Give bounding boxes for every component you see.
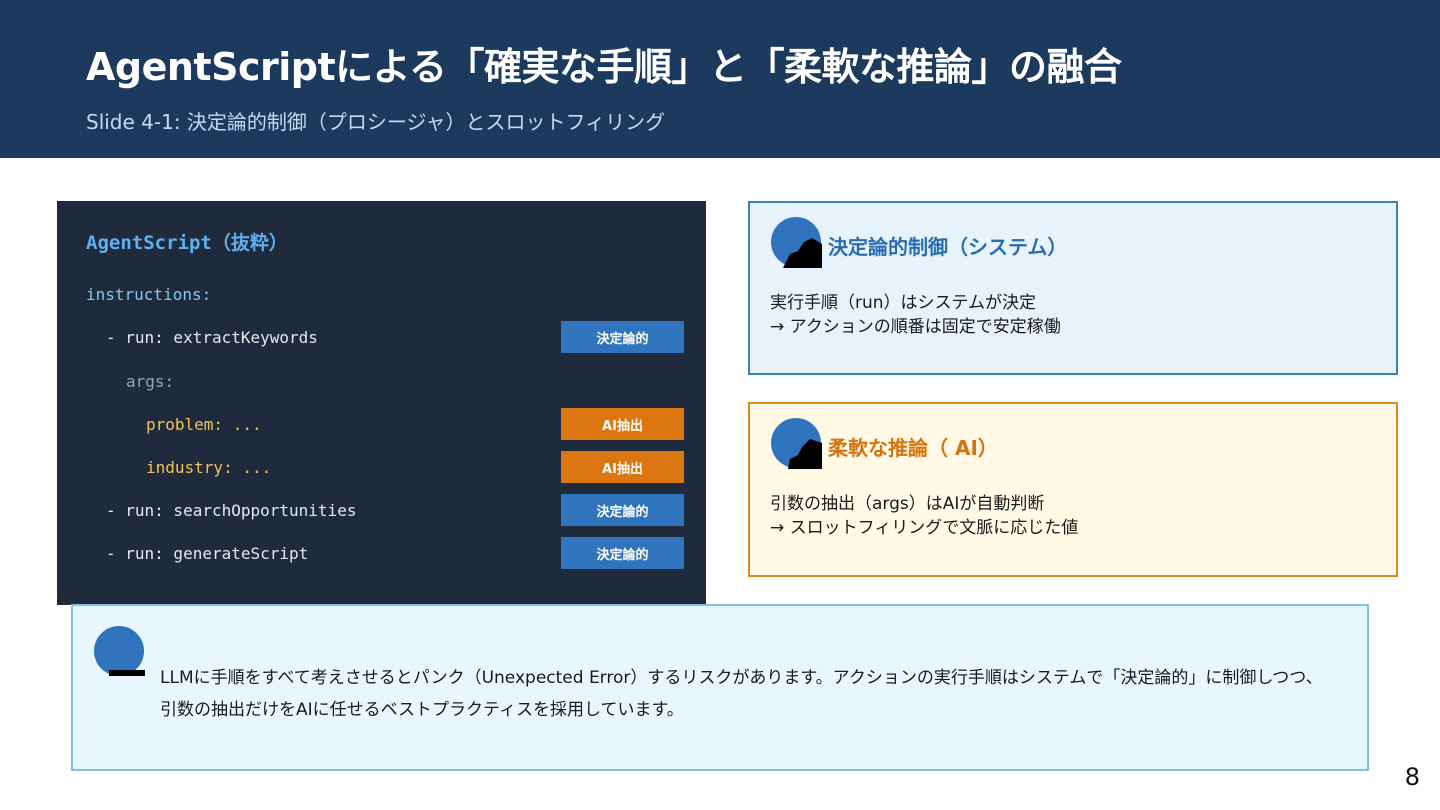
flexible-card-line: → スロットフィリングで文脈に応じた値 <box>770 518 1079 538</box>
slide-header: AgentScriptによる「確実な手順」と「柔軟な推論」の融合 Slide 4… <box>0 0 1440 158</box>
note-line: LLMに手順をすべて考えさせるとパンク（Unexpected Error）するリ… <box>160 668 1323 688</box>
deterministic-card-line: → アクションの順番は固定で安定稼働 <box>770 317 1061 337</box>
deterministic-card: 決定論的制御（システム） 実行手順（run）はシステムが決定 → アクションの順… <box>748 201 1398 375</box>
slide-subtitle: Slide 4-1: 決定論的制御（プロシージャ）とスロットフィリング <box>86 110 666 134</box>
note-line: 引数の抽出だけをAIに任せるベストプラクティスを採用しています。 <box>160 700 684 720</box>
code-panel: AgentScript（抜粋） instructions: - run: ext… <box>57 201 706 605</box>
deterministic-card-title: 決定論的制御（システム） <box>828 235 1068 259</box>
badge-ai-extract: AI抽出 <box>561 408 684 440</box>
flexible-card-text: 引数の抽出（args）はAIが自動判断 → スロットフィリングで文脈に応じた値 <box>770 492 1078 540</box>
badge-deterministic: 決定論的 <box>561 321 684 353</box>
flexible-card-title: 柔軟な推論（ AI） <box>828 436 998 460</box>
note-text: LLMに手順をすべて考えさせるとパンク（Unexpected Error）するリ… <box>160 662 1360 726</box>
code-line-extract: - run: extractKeywords <box>106 328 318 347</box>
badge-deterministic: 決定論的 <box>561 537 684 569</box>
badge-ai-extract: AI抽出 <box>561 451 684 483</box>
code-line-industry: industry: ... <box>146 458 272 477</box>
flexible-card-line: 引数の抽出（args）はAIが自動判断 <box>770 494 1045 514</box>
flexible-card: 柔軟な推論（ AI） 引数の抽出（args）はAIが自動判断 → スロットフィリ… <box>748 402 1398 577</box>
code-line-generate: - run: generateScript <box>106 544 309 563</box>
code-title: AgentScript（抜粋） <box>86 232 288 254</box>
page-number: 8 <box>1404 763 1420 791</box>
code-line-problem: problem: ... <box>146 415 262 434</box>
deterministic-card-text: 実行手順（run）はシステムが決定 → アクションの順番は固定で安定稼働 <box>770 291 1061 339</box>
deterministic-card-line: 実行手順（run）はシステムが決定 <box>770 293 1037 313</box>
code-line-search: - run: searchOpportunities <box>106 501 357 520</box>
badge-deterministic: 決定論的 <box>561 494 684 526</box>
code-line-instructions: instructions: <box>86 285 212 304</box>
computer-icon <box>771 217 822 268</box>
slide-title: AgentScriptによる「確実な手順」と「柔軟な推論」の融合 <box>86 45 1122 89</box>
brain-icon <box>771 418 822 469</box>
info-icon <box>94 626 145 676</box>
note-box: LLMに手順をすべて考えさせるとパンク（Unexpected Error）するリ… <box>71 604 1369 771</box>
code-line-args: args: <box>126 372 175 391</box>
